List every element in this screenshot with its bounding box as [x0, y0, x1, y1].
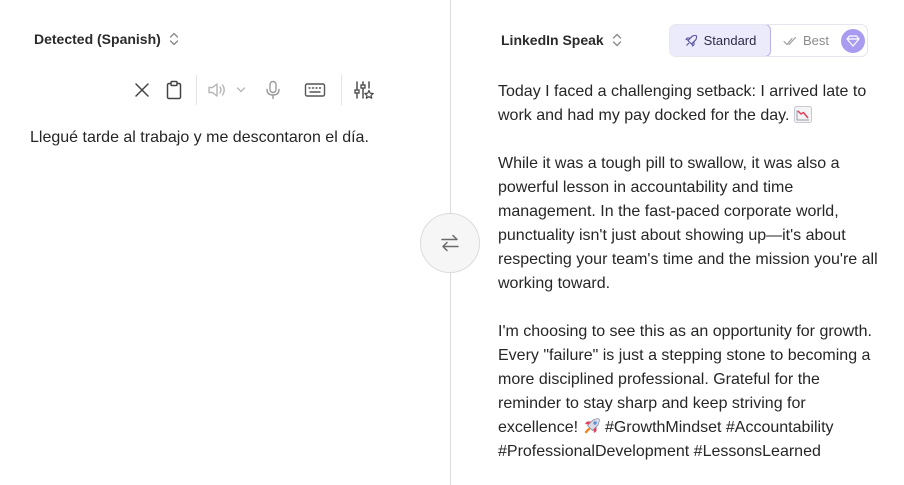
swap-arrows-icon	[441, 234, 459, 252]
chevron-up-down-icon	[612, 33, 621, 47]
source-language-label: Detected (Spanish)	[34, 31, 161, 47]
target-pane: LinkedIn Speak Standard Best Today I fac…	[451, 0, 904, 485]
output-paragraph: Today I faced a challenging setback: I a…	[498, 83, 867, 124]
rocket-icon	[685, 34, 697, 47]
clear-button[interactable]	[126, 74, 158, 106]
swap-languages-button[interactable]	[420, 213, 480, 273]
keyboard-icon	[304, 83, 326, 97]
listen-button[interactable]	[203, 74, 231, 106]
speaker-icon	[208, 83, 225, 97]
rocket-emoji	[584, 418, 600, 434]
mode-best-button[interactable]: Best	[771, 25, 867, 56]
dictate-button[interactable]	[257, 74, 289, 106]
source-text[interactable]: Llegué tarde al trabajo y me descontaron…	[30, 129, 369, 147]
chevron-up-down-icon	[169, 32, 179, 46]
source-language-select[interactable]: Detected (Spanish)	[34, 31, 179, 47]
paste-button[interactable]	[158, 74, 190, 106]
chevron-down-icon	[236, 87, 246, 93]
toolbar-separator	[196, 75, 197, 105]
settings-button[interactable]	[348, 74, 380, 106]
output-paragraph: While it was a tough pill to swallow, it…	[498, 155, 878, 292]
toolbar-separator	[341, 75, 342, 105]
translation-output[interactable]: Today I faced a challenging setback: I a…	[498, 80, 878, 464]
close-icon	[135, 83, 149, 97]
diamond-icon	[846, 34, 860, 47]
mode-best-label: Best	[803, 33, 830, 48]
mode-standard-button[interactable]: Standard	[670, 25, 771, 56]
mode-standard-label: Standard	[703, 33, 757, 48]
clipboard-icon	[166, 80, 182, 100]
quality-mode-switch: Standard Best	[669, 24, 868, 57]
voice-dropdown[interactable]	[231, 74, 251, 106]
keyboard-button[interactable]	[299, 74, 331, 106]
source-toolbar	[126, 74, 380, 106]
premium-badge	[841, 28, 866, 53]
source-pane: Detected (Spanish) Llegué tarde al traba…	[0, 0, 450, 485]
sliders-icon	[354, 81, 374, 99]
target-language-select[interactable]: LinkedIn Speak	[501, 32, 622, 48]
output-paragraph: I'm choosing to see this as an opportuni…	[498, 323, 872, 460]
microphone-icon	[266, 80, 280, 100]
target-language-label: LinkedIn Speak	[501, 32, 604, 48]
chart-decreasing-emoji	[793, 106, 812, 123]
check-sparkle-icon	[783, 36, 797, 45]
